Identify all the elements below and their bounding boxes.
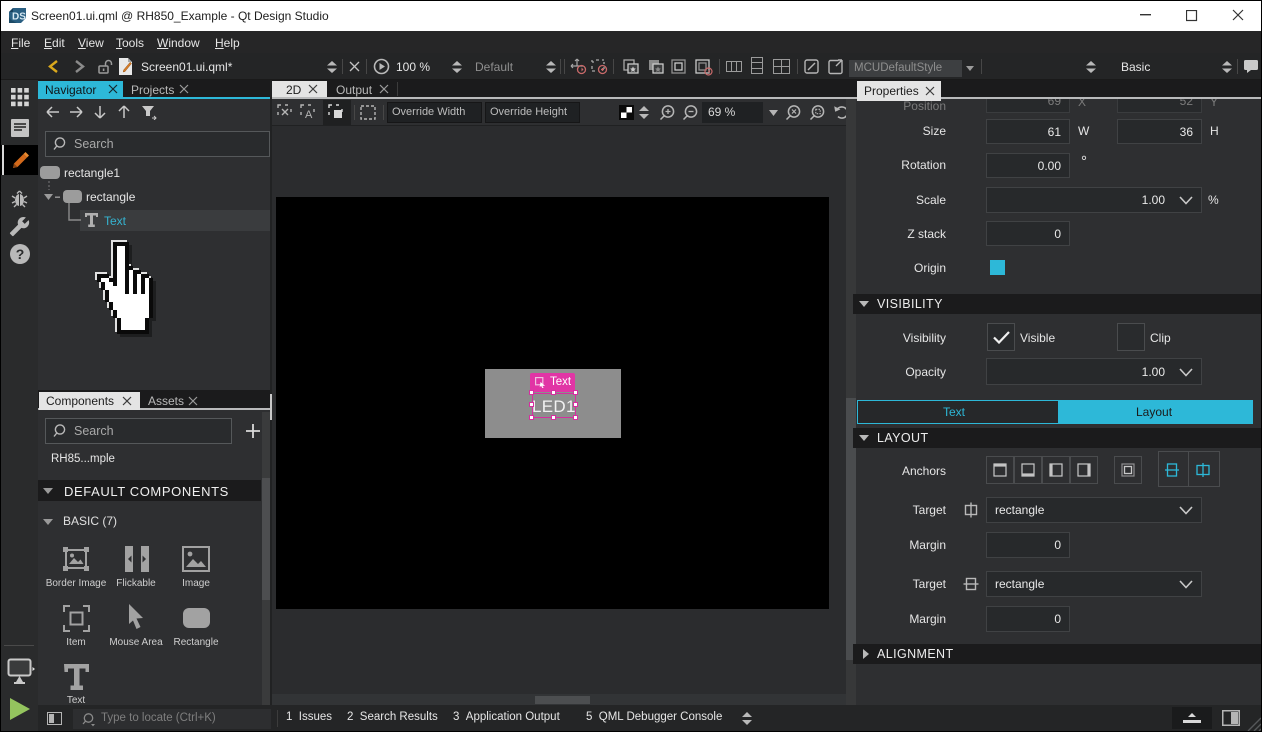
svg-text:?: ?: [16, 246, 25, 262]
svg-text:DS: DS: [12, 12, 26, 23]
svg-text:A: A: [305, 109, 313, 121]
